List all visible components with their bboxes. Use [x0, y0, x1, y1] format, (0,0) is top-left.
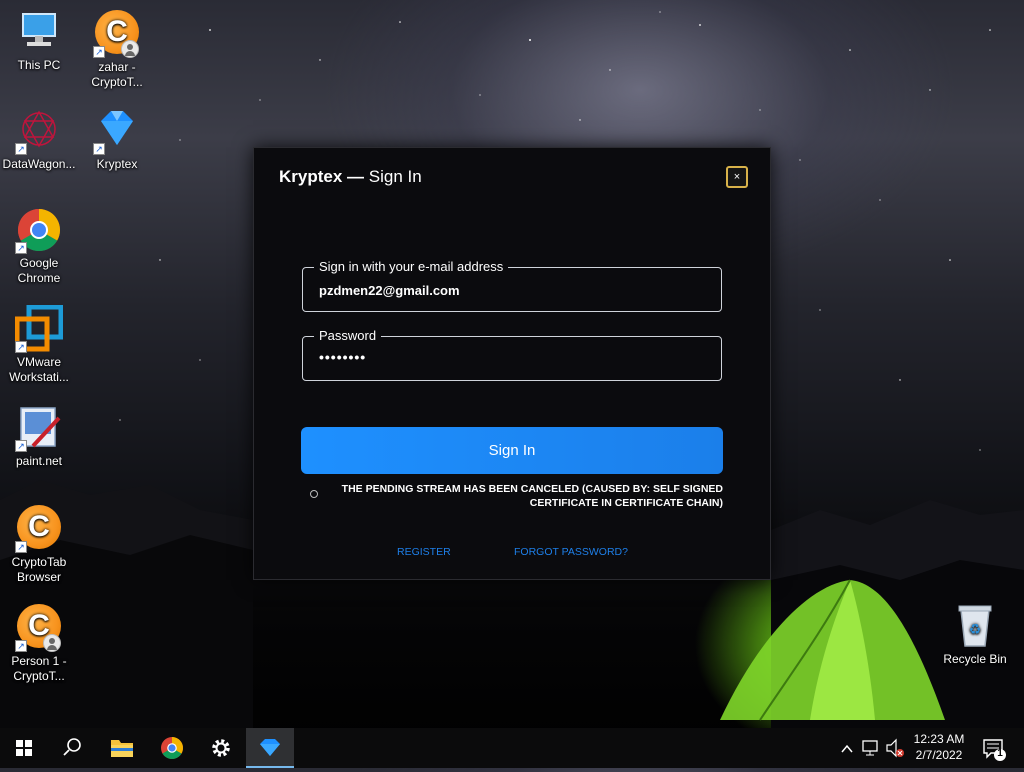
- desktop-icon-label: Kryptex: [96, 157, 138, 171]
- shortcut-arrow-icon: ↗: [15, 143, 27, 155]
- shortcut-arrow-icon: ↗: [93, 143, 105, 155]
- notification-count: 1: [997, 748, 1003, 759]
- taskbar-kryptex[interactable]: [246, 728, 294, 768]
- desktop-icon-label: Google Chrome: [17, 256, 61, 285]
- tent-image: [720, 579, 945, 721]
- taskbar-settings[interactable]: [197, 728, 245, 768]
- datawagon-icon: ↗: [15, 107, 63, 155]
- clock-date: 2/7/2022: [915, 748, 963, 762]
- desktop-icon-label: paint.net: [15, 454, 63, 468]
- desktop-icon-cryptotab-browser[interactable]: C ↗ CryptoTab Browser: [0, 503, 79, 585]
- shortcut-arrow-icon: ↗: [15, 541, 27, 553]
- chrome-icon: ↗: [15, 206, 63, 254]
- desktop-icon-person1-cryptotab[interactable]: C ↗ Person 1 - CryptoT...: [0, 602, 79, 684]
- email-field-label: Sign in with your e-mail address: [314, 258, 509, 276]
- computer-icon: [15, 8, 63, 56]
- start-button[interactable]: [0, 728, 48, 768]
- shortcut-arrow-icon: ↗: [15, 640, 27, 652]
- shortcut-arrow-icon: ↗: [15, 440, 27, 452]
- cryptotab-icon: C ↗: [15, 505, 63, 553]
- desktop-icon-label: zahar - CryptoT...: [91, 60, 143, 89]
- kryptex-icon: [260, 739, 280, 756]
- register-link[interactable]: REGISTER: [397, 546, 451, 558]
- desktop-icon-vmware[interactable]: ↗ VMware Workstati...: [0, 304, 79, 385]
- settings-gear-icon: [212, 739, 230, 757]
- notification-icon: [983, 739, 1006, 761]
- desktop-icon-kryptex[interactable]: ↗ Kryptex: [77, 107, 157, 172]
- svg-text:♻: ♻: [969, 622, 982, 638]
- password-field[interactable]: Password ••••••••: [302, 327, 722, 381]
- search-button[interactable]: [48, 728, 96, 768]
- dialog-title-separator: —: [347, 167, 365, 186]
- password-field-label: Password: [314, 327, 382, 345]
- clock[interactable]: 12:23 AM 2/7/2022: [906, 731, 972, 763]
- desktop-icon-recycle-bin[interactable]: ♻ Recycle Bin: [935, 602, 1015, 667]
- desktop-icon-zahar-cryptotab[interactable]: C ↗ zahar - CryptoT...: [77, 8, 157, 90]
- volume-tray-button[interactable]: [884, 728, 906, 768]
- person-badge-icon: [121, 40, 139, 58]
- desktop-icon-this-pc[interactable]: This PC: [0, 8, 79, 73]
- search-icon: [63, 738, 81, 756]
- close-icon: ×: [733, 171, 741, 183]
- forgot-password-link[interactable]: FORGOT PASSWORD?: [514, 546, 628, 558]
- chevron-up-icon: [841, 744, 853, 753]
- shortcut-arrow-icon: ↗: [93, 46, 105, 58]
- cryptotab-icon: C ↗: [93, 10, 141, 58]
- taskbar-chrome[interactable]: [148, 728, 196, 768]
- desktop-icon-label: CryptoTab Browser: [11, 555, 67, 584]
- dialog-title-brand: Kryptex: [279, 167, 343, 186]
- sign-in-button[interactable]: Sign In: [301, 427, 723, 474]
- taskbar: 12:23 AM 2/7/2022 1: [0, 728, 1024, 768]
- network-tray-button[interactable]: [860, 728, 882, 768]
- desktop-icon-datawagon[interactable]: ↗ DataWagon...: [0, 107, 79, 172]
- person-badge-icon: [43, 634, 61, 652]
- desktop-icon-label: Person 1 - CryptoT...: [11, 654, 67, 683]
- desktop-icon-google-chrome[interactable]: ↗ Google Chrome: [0, 206, 79, 286]
- dialog-title: Kryptex — Sign In: [279, 167, 422, 187]
- desktop-icon-paint-net[interactable]: ↗ paint.net: [0, 404, 79, 469]
- folder-icon: [111, 740, 133, 757]
- windows-logo-icon: [16, 740, 32, 756]
- desktop-icon-label: This PC: [17, 58, 61, 72]
- dialog-title-page: Sign In: [368, 167, 422, 186]
- desktop-icon-label: DataWagon...: [2, 157, 76, 171]
- kryptex-icon: ↗: [93, 107, 141, 155]
- email-field[interactable]: Sign in with your e-mail address pzdmen2…: [302, 258, 722, 312]
- desktop-icon-label: VMware Workstati...: [9, 355, 69, 384]
- cryptotab-icon: C ↗: [15, 604, 63, 652]
- error-indicator-icon: [310, 490, 318, 498]
- kryptex-signin-dialog: Kryptex — Sign In × Sign in with your e-…: [253, 147, 771, 580]
- close-button[interactable]: ×: [726, 166, 748, 188]
- shortcut-arrow-icon: ↗: [15, 341, 27, 353]
- chrome-icon: [161, 737, 183, 759]
- recycle-bin-icon: ♻: [951, 602, 999, 650]
- taskbar-file-explorer[interactable]: [98, 728, 146, 768]
- volume-muted-icon: [886, 738, 904, 758]
- paint-net-icon: ↗: [15, 404, 63, 452]
- password-field-value[interactable]: ••••••••: [319, 349, 366, 365]
- email-field-value[interactable]: pzdmen22@gmail.com: [319, 283, 460, 298]
- vmware-icon: ↗: [14, 304, 64, 353]
- show-hidden-icons-button[interactable]: [838, 728, 856, 768]
- clock-time: 12:23 AM: [913, 732, 965, 746]
- network-icon: [862, 740, 878, 756]
- action-center-button[interactable]: 1: [978, 728, 1012, 768]
- shortcut-arrow-icon: ↗: [15, 242, 27, 254]
- error-message: THE PENDING STREAM HAS BEEN CANCELED (CA…: [341, 483, 723, 509]
- desktop-icon-label: Recycle Bin: [943, 652, 1007, 666]
